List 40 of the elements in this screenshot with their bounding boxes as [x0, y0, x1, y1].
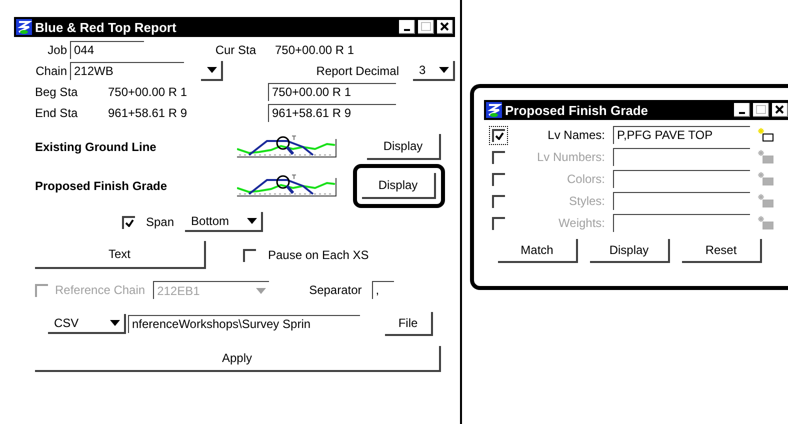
station-field[interactable]: 961+58.61 R 9: [268, 104, 396, 122]
section-label: Existing Ground Line: [35, 140, 158, 154]
level-label: Lv Names:: [546, 128, 605, 142]
station-value: 961+58.61 R 9: [108, 106, 188, 120]
station-label: End Sta: [35, 106, 79, 120]
report-decimal-dropdown[interactable]: 3: [413, 60, 455, 80]
window-title: Proposed Finish Grade: [505, 102, 650, 118]
display-button[interactable]: Display: [362, 173, 436, 199]
cur-sta-label: Cur Sta: [214, 42, 256, 56]
apply-button[interactable]: Apply: [35, 346, 441, 372]
level-label: Styles:: [568, 194, 605, 208]
cur-sta-value: 750+00.00 R 1: [275, 42, 354, 56]
job-field[interactable]: 044: [70, 40, 144, 58]
separator-field[interactable]: ,: [372, 281, 394, 299]
level-label: Lv Numbers:: [536, 150, 605, 164]
station-value: 750+00.00 R 1: [108, 84, 188, 98]
dialog-button[interactable]: Display: [590, 239, 670, 263]
chain-field[interactable]: 212WB: [70, 62, 184, 80]
reference-chain-label: Reference Chain: [55, 283, 146, 297]
level-label: Colors:: [566, 172, 605, 186]
section-label: Proposed Finish Grade: [35, 179, 168, 193]
level-field[interactable]: P,PFG PAVE TOP: [613, 126, 750, 144]
dialog-button[interactable]: Match: [498, 239, 578, 263]
dialog-button[interactable]: Reset: [682, 239, 762, 263]
station-field[interactable]: 750+00.00 R 1: [268, 82, 396, 100]
text-button[interactable]: Text: [35, 241, 206, 269]
job-label: Job: [46, 42, 67, 56]
span-label: Span: [146, 215, 174, 229]
path-field[interactable]: nferenceWorkshops\Survey Sprin: [128, 315, 360, 333]
station-label: Beg Sta: [35, 84, 79, 98]
report-decimal-label: Report Decimal: [315, 64, 399, 78]
display-button[interactable]: Display: [367, 134, 441, 160]
format-dropdown[interactable]: CSV: [48, 314, 126, 334]
file-button[interactable]: File: [385, 312, 433, 336]
chain-label: Chain: [34, 64, 67, 78]
level-label: Weights:: [558, 216, 605, 230]
window-title: Blue & Red Top Report: [35, 20, 178, 34]
span-dropdown[interactable]: Bottom: [185, 212, 264, 232]
pause-label: Pause on Each XS: [268, 248, 369, 262]
separator-label: Separator: [309, 283, 362, 297]
